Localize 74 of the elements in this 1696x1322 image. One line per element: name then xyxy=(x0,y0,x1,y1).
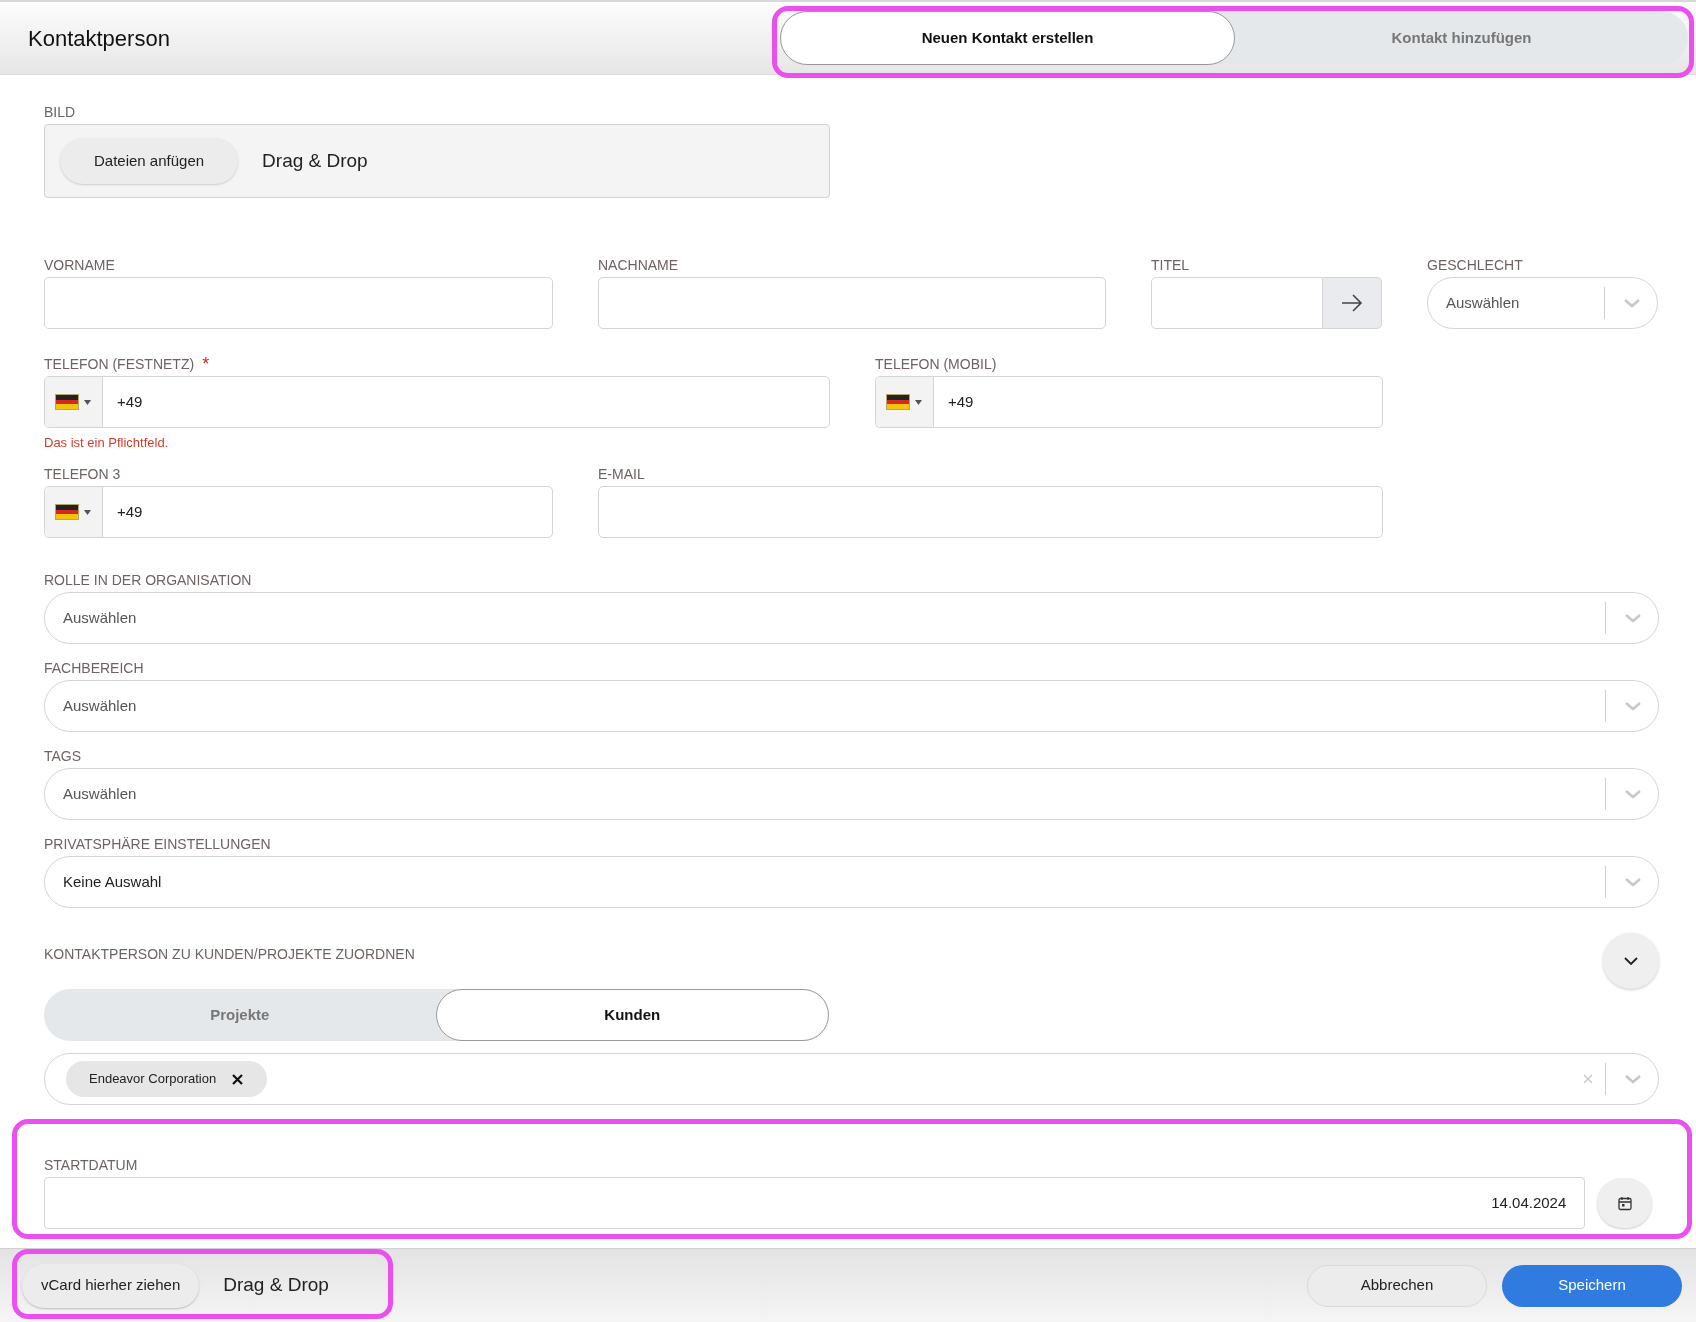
segment-tab[interactable]: Projekte xyxy=(44,989,436,1041)
select-placeholder: Auswählen xyxy=(1446,292,1521,313)
select-field[interactable]: Auswählen xyxy=(44,680,1659,732)
date-value: 14.04.2024 xyxy=(1491,1192,1567,1213)
chevron-down-icon xyxy=(1624,613,1642,623)
select-field[interactable]: Keine Auswahl xyxy=(44,856,1659,908)
chevron-down-icon xyxy=(1624,877,1642,887)
vcard-drop-button[interactable]: vCard hierher ziehen xyxy=(22,1263,200,1308)
caret-icon xyxy=(915,399,922,405)
phone-value: +49 xyxy=(117,501,143,522)
field-label: TELEFON (MOBIL) xyxy=(875,357,997,371)
select-placeholder: Auswählen xyxy=(63,695,138,716)
calendar-button[interactable] xyxy=(1597,1178,1652,1228)
phone-field[interactable]: +49 xyxy=(875,376,1383,428)
phone-field[interactable]: +49 xyxy=(44,486,553,538)
field-label: FACHBEREICH xyxy=(44,661,144,675)
chevron-down-icon xyxy=(1624,957,1638,965)
field-label: VORNAME xyxy=(44,258,115,272)
select-field[interactable]: Auswählen xyxy=(1427,277,1658,329)
select-placeholder: Auswählen xyxy=(63,607,138,628)
country-picker[interactable] xyxy=(45,487,103,537)
text-field[interactable] xyxy=(598,277,1106,329)
calendar-icon xyxy=(1617,1195,1632,1211)
field-label: BILD xyxy=(44,105,76,119)
remove-icon[interactable] xyxy=(232,1073,244,1085)
field-label: E-MAIL xyxy=(598,467,645,481)
chevron-down-icon xyxy=(1624,1074,1642,1084)
arrow-button[interactable] xyxy=(1323,277,1382,329)
text-field[interactable] xyxy=(598,486,1383,538)
tab[interactable]: Neuen Kontakt erstellen xyxy=(780,11,1235,65)
field-label: ROLLE IN DER ORGANISATION xyxy=(44,573,252,587)
save-button[interactable]: Speichern xyxy=(1502,1264,1682,1307)
field-label: TELEFON (FESTNETZ) xyxy=(44,357,195,371)
segment-tab[interactable]: Kunden xyxy=(435,989,829,1041)
caret-icon xyxy=(84,399,91,405)
phone-value: +49 xyxy=(117,391,143,412)
chip-label: Endeavor Corporation xyxy=(89,1070,217,1089)
phone-value: +49 xyxy=(948,391,974,412)
select-field[interactable]: Auswählen xyxy=(44,592,1659,644)
field-label: STARTDATUM xyxy=(44,1158,138,1172)
error-message: Das ist ein Pflichtfeld. xyxy=(44,436,170,449)
flag-icon xyxy=(56,395,78,409)
field-label: NACHNAME xyxy=(598,258,679,272)
date-field[interactable]: 14.04.2024 xyxy=(44,1177,1586,1229)
drag-drop-hint: Drag & Drop xyxy=(223,1273,330,1298)
select-field[interactable]: Auswählen xyxy=(44,768,1659,820)
text-field[interactable] xyxy=(44,277,553,329)
country-picker[interactable] xyxy=(45,377,103,427)
chevron-down-icon xyxy=(1624,789,1642,799)
flag-icon xyxy=(56,505,78,519)
flag-icon xyxy=(887,395,909,409)
text-field[interactable] xyxy=(1151,277,1323,329)
country-picker[interactable] xyxy=(876,377,934,427)
arrow-right-icon xyxy=(1341,294,1363,312)
field-label: GESCHLECHT xyxy=(1427,258,1523,272)
required-mark: * xyxy=(202,355,210,373)
tab[interactable]: Kontakt hinzufügen xyxy=(1235,11,1688,65)
dialog-title: Kontaktperson xyxy=(28,24,171,53)
field-label: TAGS xyxy=(44,749,82,763)
select-value: Keine Auswahl xyxy=(63,871,163,892)
upload-area[interactable]: Dateien anfügen Drag & Drop xyxy=(44,124,830,198)
select-placeholder: Auswählen xyxy=(63,783,138,804)
field-label: TELEFON 3 xyxy=(44,467,121,481)
attach-files-button[interactable]: Dateien anfügen xyxy=(60,138,239,184)
field-label: PRIVATSPHÄRE EINSTELLUNGEN xyxy=(44,837,271,851)
chevron-down-icon xyxy=(1623,298,1641,308)
section-label: KONTAKTPERSON ZU KUNDEN/PROJEKTE ZUORDNEN xyxy=(44,947,415,961)
caret-icon xyxy=(84,509,91,515)
cancel-button[interactable]: Abbrechen xyxy=(1307,1264,1487,1307)
drag-drop-hint: Drag & Drop xyxy=(262,148,368,173)
phone-field[interactable]: +49 xyxy=(44,376,830,428)
field-label: TITEL xyxy=(1151,258,1190,272)
clear-icon[interactable] xyxy=(1583,1074,1593,1084)
chevron-down-icon xyxy=(1624,701,1642,711)
